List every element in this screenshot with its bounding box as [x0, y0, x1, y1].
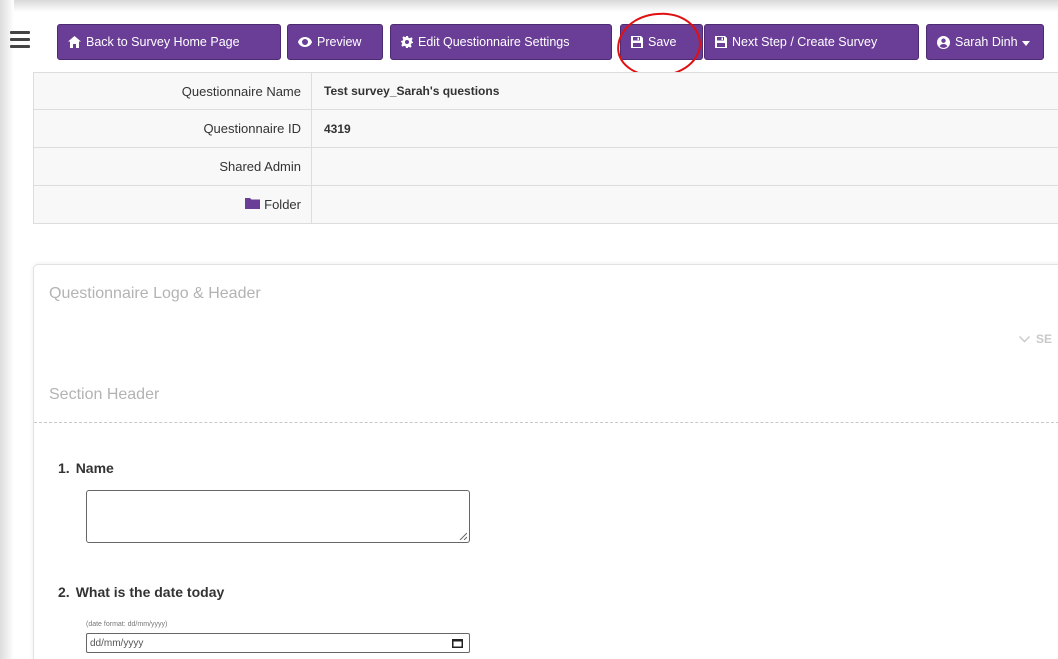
resize-handle-icon: [459, 532, 467, 540]
info-label: Questionnaire ID: [33, 110, 312, 147]
info-label: Questionnaire Name: [33, 73, 312, 109]
home-icon: [68, 36, 81, 48]
user-menu-button[interactable]: Sarah Dinh: [926, 24, 1044, 60]
questionnaire-name-value: Test survey_Sarah's questions: [324, 84, 500, 98]
info-row-id: Questionnaire ID 4319: [33, 110, 1058, 148]
info-row-shared-admin: Shared Admin: [33, 148, 1058, 186]
folder-label: Folder: [264, 197, 301, 212]
info-row-name: Questionnaire Name Test survey_Sarah's q…: [33, 72, 1058, 110]
back-to-survey-home-label: Back to Survey Home Page: [86, 35, 240, 49]
edit-questionnaire-settings-label: Edit Questionnaire Settings: [418, 35, 570, 49]
date-input[interactable]: dd/mm/yyyy: [86, 633, 470, 653]
eye-icon: [298, 37, 312, 47]
window-shadow-top: [0, 0, 1058, 12]
section-toggle[interactable]: SE: [1019, 332, 1052, 346]
questionnaire-info-table: Questionnaire Name Test survey_Sarah's q…: [33, 72, 1058, 224]
next-step-create-survey-button[interactable]: Next Step / Create Survey: [704, 24, 919, 60]
question-1: 1. Name: [58, 460, 114, 476]
next-step-create-survey-label: Next Step / Create Survey: [732, 35, 878, 49]
user-circle-icon: [937, 35, 950, 49]
info-label-folder: Folder: [33, 186, 312, 223]
section-header-title: Section Header: [49, 386, 160, 403]
floppy-disk-icon: [715, 36, 727, 48]
window-shadow-left: [0, 0, 14, 659]
section-divider: [34, 422, 1058, 423]
save-label: Save: [648, 35, 677, 49]
calendar-icon: [452, 639, 463, 648]
section-toggle-label: SE: [1036, 332, 1053, 346]
floppy-disk-icon: [631, 36, 643, 48]
preview-label: Preview: [317, 35, 362, 49]
info-row-folder: Folder: [33, 186, 1058, 224]
back-to-survey-home-button[interactable]: Back to Survey Home Page: [57, 24, 281, 60]
questionnaire-panel: Questionnaire Logo & Header SE Section H…: [33, 264, 1058, 659]
chevron-down-icon: [1019, 335, 1030, 342]
shared-admin-value: [312, 148, 1058, 185]
info-label: Shared Admin: [33, 148, 312, 185]
name-textarea[interactable]: [86, 490, 470, 543]
date-format-hint: (date format: dd/mm/yyyy): [86, 621, 168, 628]
folder-value: [312, 186, 1058, 223]
save-button[interactable]: Save: [620, 24, 703, 60]
questionnaire-id-value: 4319: [324, 121, 351, 136]
question-2: 2. What is the date today: [58, 584, 224, 600]
preview-button[interactable]: Preview: [287, 24, 383, 60]
top-toolbar: Back to Survey Home Page Preview Edit Qu…: [8, 24, 1058, 64]
question-number: 2.: [58, 584, 70, 600]
question-text: Name: [75, 460, 114, 476]
user-name-label: Sarah Dinh: [955, 35, 1018, 49]
edit-questionnaire-settings-button[interactable]: Edit Questionnaire Settings: [390, 24, 612, 60]
logo-header-title: Questionnaire Logo & Header: [49, 285, 261, 302]
folder-icon: [245, 197, 261, 212]
question-text: What is the date today: [75, 584, 225, 600]
question-number: 1.: [58, 460, 70, 476]
caret-down-icon: [1021, 35, 1030, 49]
date-placeholder: dd/mm/yyyy: [90, 637, 144, 649]
hamburger-menu-icon[interactable]: [10, 31, 30, 49]
gear-icon: [401, 36, 413, 48]
